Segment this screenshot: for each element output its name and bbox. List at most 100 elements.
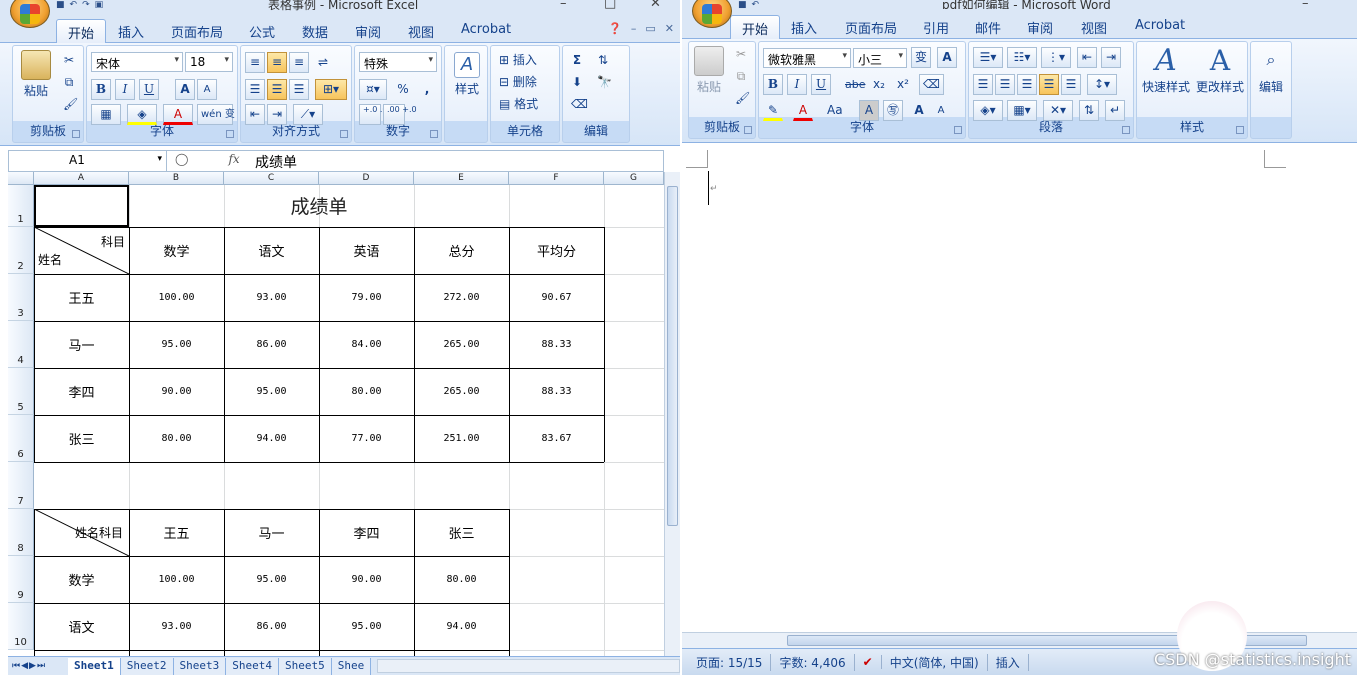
row-header[interactable]: 4 (8, 321, 34, 368)
score-cell[interactable]: 86.00 (224, 603, 319, 650)
word-paragraph-launcher-icon[interactable] (1122, 126, 1130, 134)
close-button[interactable]: ✕ (650, 0, 661, 11)
table2-header-cell[interactable]: 李四 (319, 509, 414, 556)
row-header[interactable]: 2 (8, 227, 34, 274)
select-all-corner[interactable] (8, 172, 34, 185)
score-cell[interactable]: 272.00 (414, 274, 509, 321)
save-icon[interactable]: ■ (56, 0, 65, 12)
number-launcher-icon[interactable] (430, 130, 438, 138)
score-cell[interactable]: 90.67 (509, 274, 604, 321)
column-header[interactable]: B (129, 172, 224, 185)
word-format-painter-icon[interactable]: 🖌 (731, 88, 754, 109)
currency-icon[interactable]: ¤▾ (359, 79, 387, 100)
column-header[interactable]: E (414, 172, 509, 185)
subject-name-cell[interactable]: 数学 (34, 556, 129, 603)
sheet-tab-sheet3[interactable]: Sheet3 (173, 657, 227, 675)
table-header-cell[interactable]: 语文 (224, 227, 319, 274)
word-numbering-icon[interactable]: ☷▾ (1007, 47, 1037, 68)
align-top-icon[interactable]: ≡ (245, 52, 265, 73)
student-name-cell[interactable]: 李四 (34, 368, 129, 415)
italic-button[interactable]: I (115, 79, 135, 100)
fill-icon[interactable]: ⬇ (567, 72, 587, 93)
tab-page-layout[interactable]: 页面布局 (160, 19, 234, 43)
name-box[interactable]: A1 (9, 151, 167, 171)
sort-filter-icon[interactable]: ⇅ (593, 50, 613, 71)
find-select-icon[interactable]: 🔭 (593, 72, 616, 93)
grow-font-button[interactable]: A (175, 79, 195, 100)
format-cells-button[interactable]: ▤ 格式 (495, 94, 542, 115)
font-size-combo[interactable]: 18 (185, 52, 233, 72)
student-name-cell[interactable]: 马一 (34, 321, 129, 368)
word-align-right-icon[interactable]: ☰ (1017, 74, 1037, 95)
word-quick-styles-button[interactable]: A 快速样式 (1139, 46, 1193, 95)
row-header[interactable]: 8 (8, 509, 34, 556)
score-cell[interactable]: 88.33 (509, 368, 604, 415)
help-icon[interactable]: ❓ (608, 22, 622, 35)
horizontal-scrollbar[interactable] (377, 659, 680, 673)
score-cell[interactable]: 95.00 (319, 603, 414, 650)
word-tab-home[interactable]: 开始 (730, 15, 781, 39)
score-cell[interactable]: 93.00 (129, 603, 224, 650)
word-tab-acrobat[interactable]: Acrobat (1124, 15, 1196, 39)
column-header[interactable]: D (319, 172, 414, 185)
word-increase-indent-icon[interactable]: ⇥ (1101, 47, 1121, 68)
word-font-name-combo[interactable]: 微软雅黑 (763, 48, 851, 68)
row-header[interactable]: 6 (8, 415, 34, 462)
score-cell[interactable]: 94.00 (224, 415, 319, 462)
ribbon-minimize-icon[interactable]: – (631, 22, 637, 35)
paste-button[interactable]: 粘贴 (17, 50, 55, 99)
score-cell[interactable]: 94.00 (414, 603, 509, 650)
autosum-button[interactable]: Σ (567, 50, 587, 71)
column-header[interactable]: C (224, 172, 319, 185)
insert-mode-status[interactable]: 插入 (988, 653, 1029, 671)
score-cell[interactable]: 100.00 (129, 556, 224, 603)
sheet-tab-sheet4[interactable]: Sheet4 (226, 657, 279, 675)
sheet-tab-more[interactable]: Shee (331, 657, 372, 675)
vertical-scroll-thumb[interactable] (667, 186, 678, 526)
score-cell[interactable]: 100.00 (129, 274, 224, 321)
sheet-tab-sheet2[interactable]: Sheet2 (120, 657, 174, 675)
score-cell[interactable]: 90.00 (129, 368, 224, 415)
vertical-scrollbar[interactable] (664, 172, 680, 656)
styles-button[interactable]: A 样式 (449, 52, 485, 97)
underline-button[interactable]: U (139, 79, 159, 100)
word-cut-icon[interactable]: ✂ (731, 44, 751, 65)
score-cell[interactable]: 90.00 (319, 556, 414, 603)
worksheet-grid[interactable]: A B C D E F G 1 2 3 4 5 6 7 8 9 10 成绩单 科目 姓名 数学 语文 英语 总分 平均分 王五 10… (8, 172, 664, 656)
font-name-combo[interactable]: 宋体 (91, 52, 183, 72)
word-tab-references[interactable]: 引用 (912, 15, 960, 39)
sheet-tab-sheet5[interactable]: Sheet5 (279, 657, 332, 675)
table2-header-cell[interactable]: 马一 (224, 509, 319, 556)
table-header-cell[interactable]: 数学 (129, 227, 224, 274)
spell-check-icon[interactable]: ✔ (855, 655, 882, 669)
ribbon-close-icon[interactable]: ✕ (665, 22, 674, 35)
comma-button[interactable]: , (417, 79, 437, 100)
word-line-spacing-icon[interactable]: ↕▾ (1087, 74, 1117, 95)
align-bottom-icon[interactable]: ≡ (289, 52, 309, 73)
score-cell[interactable]: 265.00 (414, 368, 509, 415)
column-header[interactable]: F (509, 172, 604, 185)
column-header[interactable]: G (604, 172, 664, 185)
score-cell[interactable]: 88.33 (509, 321, 604, 368)
row-header[interactable]: 5 (8, 368, 34, 415)
word-phonetic-icon[interactable]: 变 (911, 47, 932, 68)
align-left-icon[interactable]: ☰ (245, 79, 265, 100)
score-cell[interactable]: 80.00 (414, 556, 509, 603)
column-header[interactable]: A (34, 172, 129, 185)
word-bold-button[interactable]: B (763, 74, 783, 95)
score-cell[interactable]: 251.00 (414, 415, 509, 462)
student-name-cell[interactable]: 张三 (34, 415, 129, 462)
score-cell[interactable]: 79.00 (319, 274, 414, 321)
table2-header-cell[interactable]: 王五 (129, 509, 224, 556)
maximize-button[interactable]: □ (604, 0, 616, 11)
page-count-status[interactable]: 页面: 15/15 (688, 653, 772, 671)
tab-review[interactable]: 审阅 (344, 19, 392, 43)
merge-center-icon[interactable]: ⊞▾ (315, 79, 347, 100)
score-cell[interactable]: 80.00 (129, 415, 224, 462)
row-header[interactable]: 10 (8, 603, 34, 650)
row-header[interactable]: 1 (8, 185, 34, 227)
word-clear-format-icon[interactable]: ⌫ (919, 74, 944, 95)
delete-cells-button[interactable]: ⊟ 删除 (495, 72, 541, 93)
score-cell[interactable]: 265.00 (414, 321, 509, 368)
minimize-button[interactable]: – (560, 0, 567, 11)
